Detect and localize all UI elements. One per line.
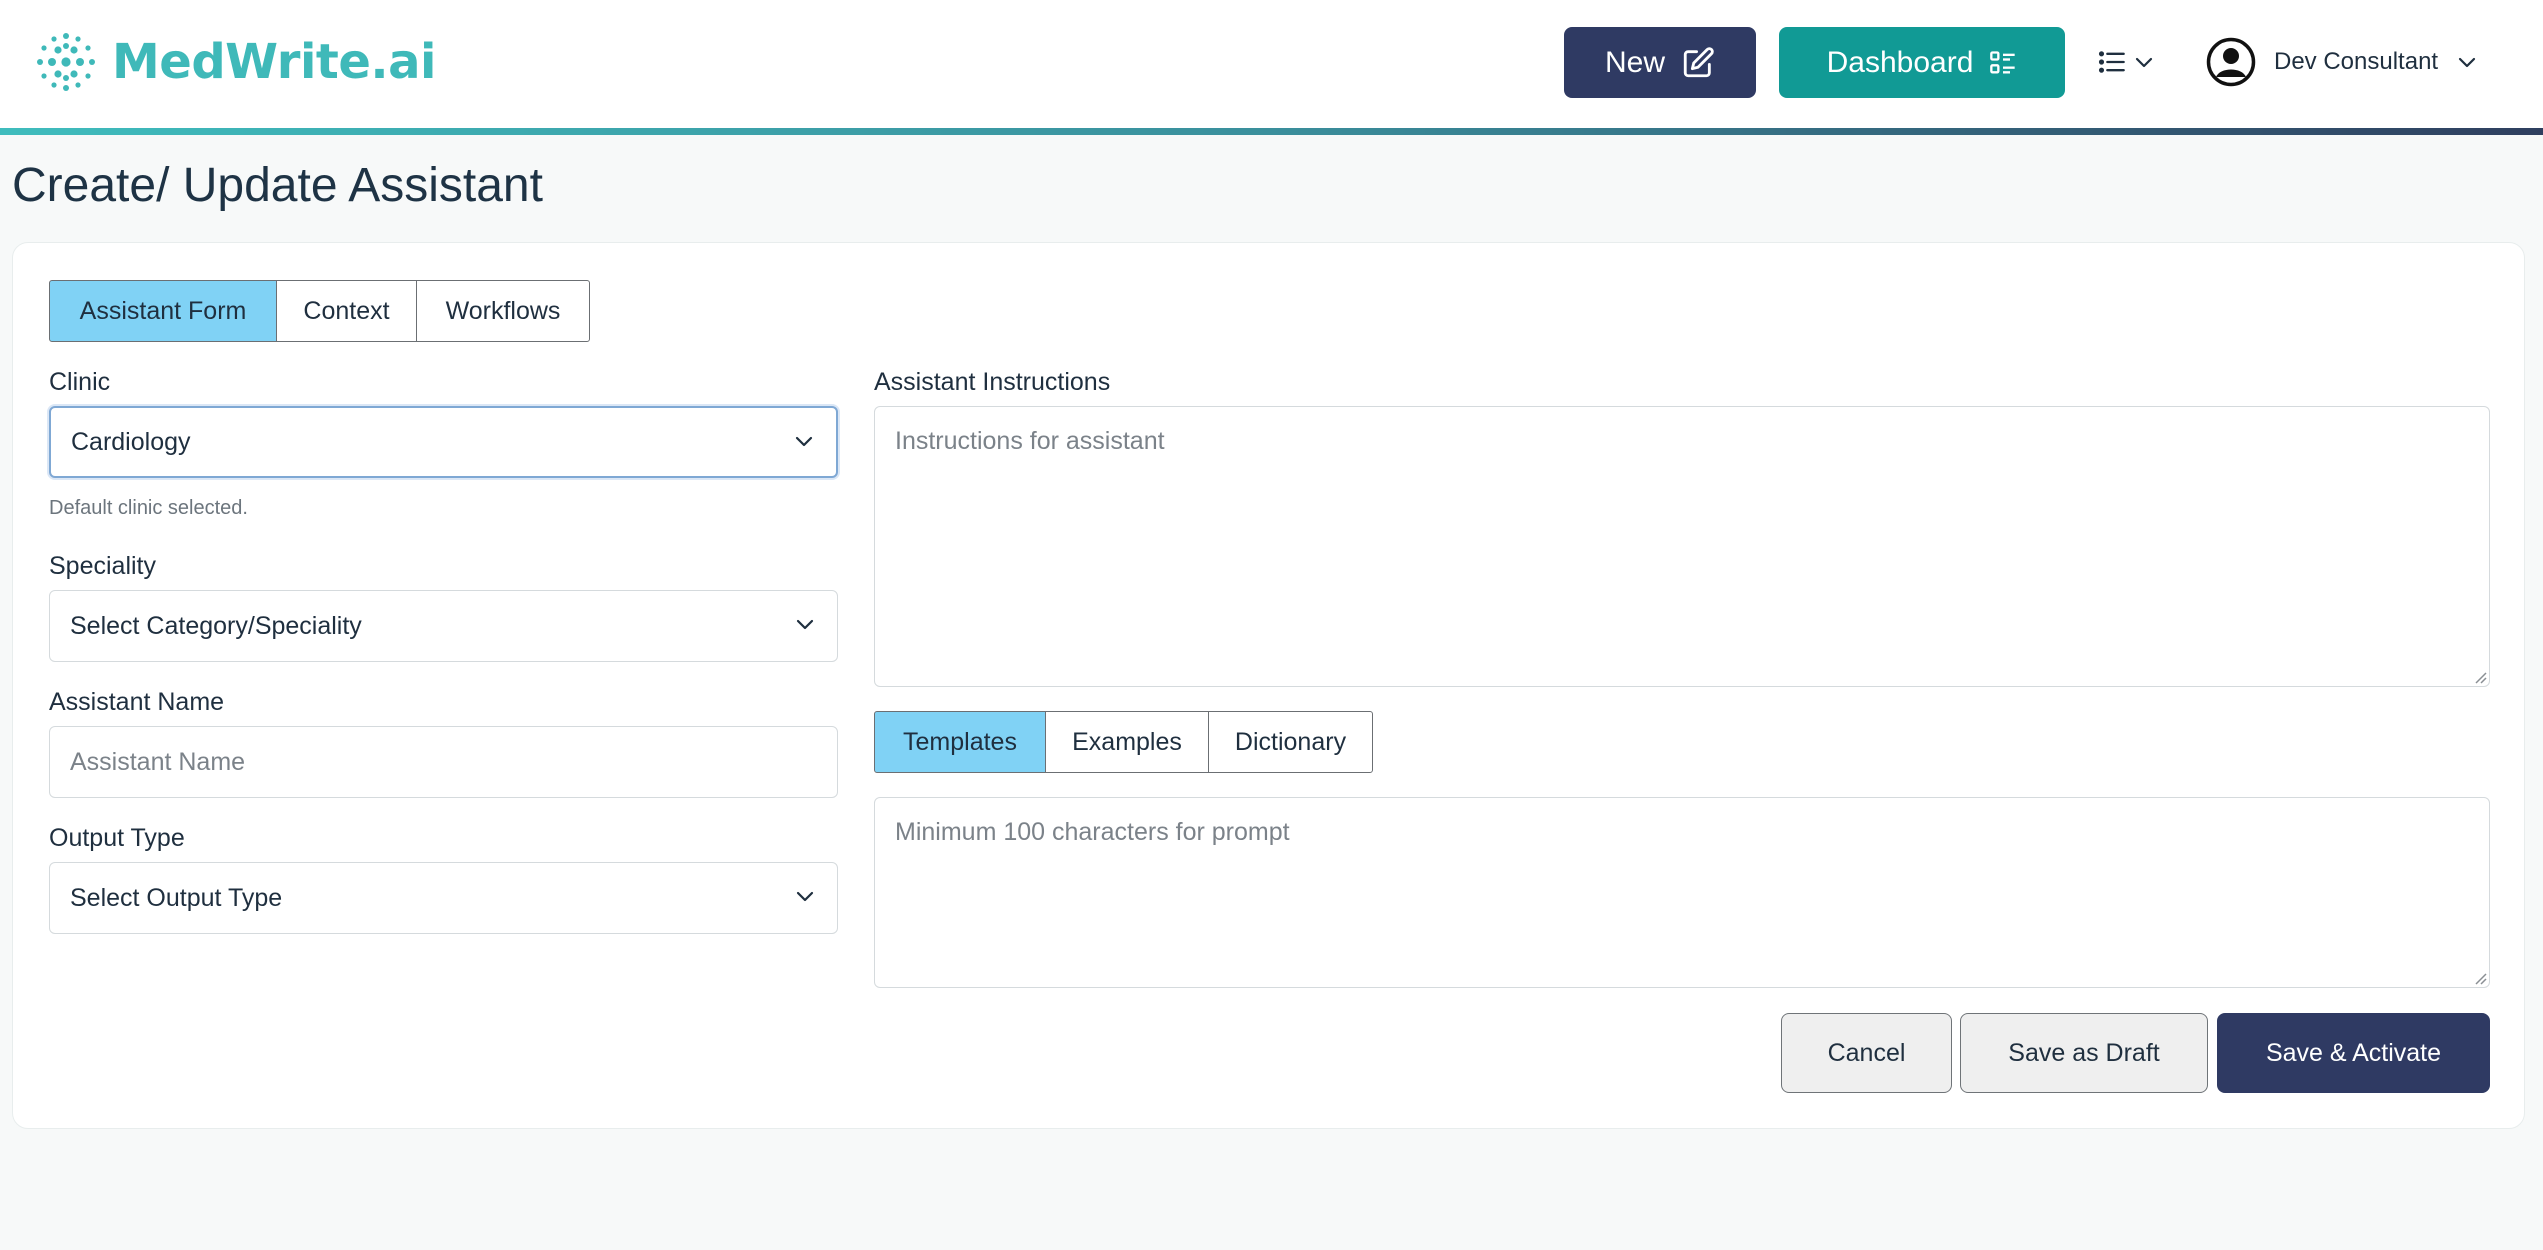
prompt-textarea[interactable]: Minimum 100 characters for prompt: [874, 797, 2490, 988]
chevron-down-icon: [795, 436, 813, 447]
save-draft-button[interactable]: Save as Draft: [1960, 1013, 2208, 1093]
new-button[interactable]: New: [1564, 27, 1756, 98]
logo-dots-icon: [37, 33, 95, 91]
clinic-select-value: Cardiology: [71, 427, 191, 456]
brand-logo[interactable]: MedWrite.ai: [34, 30, 436, 94]
output-type-select-value: Select Output Type: [70, 883, 283, 912]
user-avatar-icon: [2206, 37, 2256, 87]
tab-context[interactable]: Context: [275, 280, 418, 342]
tab-templates[interactable]: Templates: [874, 711, 1046, 773]
speciality-label: Speciality: [49, 552, 156, 580]
chevron-down-icon: [796, 619, 814, 630]
edit-icon: [1683, 46, 1714, 77]
prompt-placeholder: Minimum 100 characters for prompt: [895, 818, 1290, 846]
chevron-down-icon: [2135, 57, 2153, 68]
assistant-name-placeholder: Assistant Name: [70, 747, 246, 776]
list-menu-toggle[interactable]: [2098, 42, 2162, 82]
header-accent-bar: [0, 128, 2543, 135]
top-header: MedWrite.ai New Dashboard Dev Consultant: [0, 0, 2543, 130]
clinic-select[interactable]: Cardiology: [49, 406, 838, 478]
list-icon: [2098, 51, 2125, 73]
instructions-label: Assistant Instructions: [874, 368, 1111, 396]
tab-dictionary[interactable]: Dictionary: [1208, 711, 1373, 773]
clinic-label: Clinic: [49, 368, 111, 396]
user-name: Dev Consultant: [2274, 48, 2439, 75]
dashboard-button-label: Dashboard: [1826, 45, 1974, 79]
new-button-label: New: [1604, 45, 1665, 79]
page-title: Create/ Update Assistant: [12, 159, 543, 212]
prompt-tabs: Templates Examples Dictionary: [874, 711, 1373, 773]
instructions-textarea[interactable]: Instructions for assistant: [874, 406, 2490, 687]
save-activate-button[interactable]: Save & Activate: [2217, 1013, 2490, 1093]
assistant-name-label: Assistant Name: [49, 688, 225, 716]
chevron-down-icon: [796, 891, 814, 902]
speciality-select-value: Select Category/Speciality: [70, 611, 362, 640]
tab-examples[interactable]: Examples: [1044, 711, 1210, 773]
resize-grip-icon[interactable]: [2473, 971, 2487, 985]
dashboard-list-icon: [1990, 50, 2016, 74]
tab-workflows[interactable]: Workflows: [416, 280, 590, 342]
resize-grip-icon[interactable]: [2473, 670, 2487, 684]
dashboard-button[interactable]: Dashboard: [1779, 27, 2065, 98]
output-type-label: Output Type: [49, 824, 185, 852]
main-tabs: Assistant Form Context Workflows: [49, 280, 590, 342]
instructions-placeholder: Instructions for assistant: [895, 427, 1165, 455]
user-menu[interactable]: Dev Consultant: [2206, 36, 2478, 88]
output-type-select[interactable]: Select Output Type: [49, 862, 838, 934]
clinic-helper-text: Default clinic selected.: [49, 497, 248, 519]
chevron-down-icon: [2458, 57, 2476, 68]
cancel-button[interactable]: Cancel: [1781, 1013, 1952, 1093]
assistant-form-card: Assistant Form Context Workflows Clinic …: [12, 242, 2525, 1129]
brand-name: MedWrite.ai: [112, 34, 436, 90]
tab-assistant-form[interactable]: Assistant Form: [49, 280, 277, 342]
assistant-name-input[interactable]: Assistant Name: [49, 726, 838, 798]
speciality-select[interactable]: Select Category/Speciality: [49, 590, 838, 662]
